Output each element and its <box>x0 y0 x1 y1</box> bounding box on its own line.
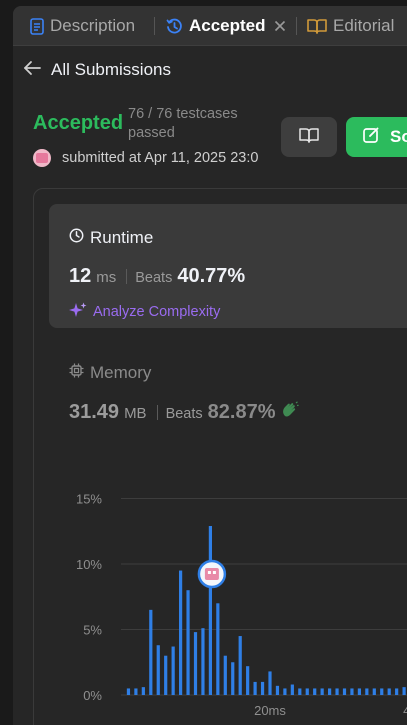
bar <box>179 570 183 695</box>
runtime-distribution-chart[interactable]: 15% 10% 5% 0% 20ms 40ms <box>62 484 407 724</box>
bar <box>387 688 391 695</box>
bar <box>164 655 168 695</box>
runtime-unit: ms <box>96 269 117 286</box>
cpu-chip-icon <box>69 363 84 383</box>
document-icon <box>30 17 44 35</box>
tab-editorial[interactable]: Editorial <box>307 6 394 46</box>
runtime-value: 12 <box>69 265 92 287</box>
memory-tab[interactable]: Memory <box>69 363 151 383</box>
bar <box>223 655 227 695</box>
close-tab-icon[interactable] <box>271 16 289 36</box>
memory-unit: MB <box>124 405 147 422</box>
bar <box>357 688 361 695</box>
bar <box>402 687 406 695</box>
marker-avatar <box>204 568 219 580</box>
sparkle-icon <box>69 302 87 322</box>
submitted-at: submitted at Apr 11, 2025 23:0 <box>62 150 259 166</box>
bar <box>380 688 384 695</box>
y-tick-label: 10% <box>76 557 102 572</box>
book-icon <box>307 18 327 34</box>
book-open-icon <box>299 127 319 148</box>
runtime-beats-label: Beats <box>135 270 173 286</box>
memory-metric: 31.49 MB Beats 82.87% <box>69 401 299 424</box>
bar <box>342 688 347 695</box>
bar <box>335 688 339 695</box>
divider <box>126 269 128 284</box>
bar <box>268 671 272 695</box>
x-tick-label: 40ms <box>403 703 407 718</box>
bar <box>186 590 190 695</box>
bar <box>253 681 257 695</box>
marker-avatar-eye <box>212 571 216 574</box>
submission-meta: submitted at Apr 11, 2025 23:0 <box>33 149 260 167</box>
runtime-metric: 12 ms Beats 40.77% <box>69 265 245 288</box>
tab-label: Description <box>50 16 136 35</box>
memory-beats-percent: 82.87% <box>207 401 276 423</box>
bar <box>141 687 145 695</box>
tab-accepted[interactable]: Accepted <box>166 6 266 46</box>
avatar[interactable] <box>33 149 51 167</box>
back-to-submissions[interactable]: All Submissions <box>23 58 171 82</box>
tab-description[interactable]: Description <box>30 6 135 46</box>
bar <box>350 688 354 695</box>
bar <box>149 609 153 695</box>
memory-value: 31.49 <box>69 401 120 423</box>
bar <box>134 688 138 695</box>
bar <box>193 632 198 695</box>
tab-label: Editorial <box>333 16 395 35</box>
x-tick-label: 20ms <box>254 703 286 718</box>
submission-panel: Description Accepted Editorial All Submi… <box>13 6 407 725</box>
bar <box>126 688 131 695</box>
submission-status: Accepted <box>33 112 124 134</box>
bar <box>320 688 324 695</box>
bar <box>305 688 309 695</box>
solution-button[interactable]: Solution <box>346 117 407 157</box>
runtime-card[interactable]: Runtime 12 ms Beats 40.77% Analyze Compl… <box>49 204 407 328</box>
editorial-button[interactable] <box>281 117 337 157</box>
bar <box>365 688 369 695</box>
arrow-left-icon <box>23 60 41 81</box>
analyze-complexity-link[interactable]: Analyze Complexity <box>69 302 220 322</box>
bar <box>208 526 212 695</box>
bar <box>283 688 287 695</box>
bar <box>201 628 205 695</box>
bar <box>238 636 242 695</box>
bar <box>171 646 175 695</box>
edit-icon <box>363 126 380 148</box>
bar <box>246 666 250 695</box>
runtime-beats-percent: 40.77% <box>177 265 246 287</box>
testcases-passed: 76 / 76 testcases passed <box>128 106 238 141</box>
tab-label: Accepted <box>189 16 266 35</box>
bar <box>328 688 332 695</box>
history-icon <box>166 18 183 35</box>
y-tick-label: 0% <box>83 688 102 703</box>
memory-label: Memory <box>90 363 152 382</box>
back-label: All Submissions <box>51 60 171 79</box>
y-tick-label: 15% <box>76 492 102 507</box>
bar <box>395 688 399 695</box>
tab-bar: Description Accepted Editorial <box>13 6 407 46</box>
bar <box>216 603 220 695</box>
bar <box>313 688 317 695</box>
tab-divider <box>154 17 155 35</box>
memory-beats-label: Beats <box>165 406 203 422</box>
tab-divider <box>296 17 297 35</box>
bar <box>260 681 265 695</box>
bar <box>372 688 376 695</box>
runtime-label: Runtime <box>90 228 154 247</box>
marker-avatar-eye <box>207 571 211 574</box>
y-tick-label: 5% <box>83 623 102 638</box>
clock-icon <box>69 228 84 248</box>
bar <box>290 684 294 695</box>
clapping-hands-icon <box>281 401 299 424</box>
bar <box>231 662 235 695</box>
runtime-title: Runtime <box>69 228 153 248</box>
bar <box>275 685 280 695</box>
analyze-label: Analyze Complexity <box>93 304 221 320</box>
solution-label: Solution <box>390 127 407 146</box>
bar <box>298 688 302 695</box>
divider <box>156 405 158 420</box>
bar <box>156 645 160 695</box>
